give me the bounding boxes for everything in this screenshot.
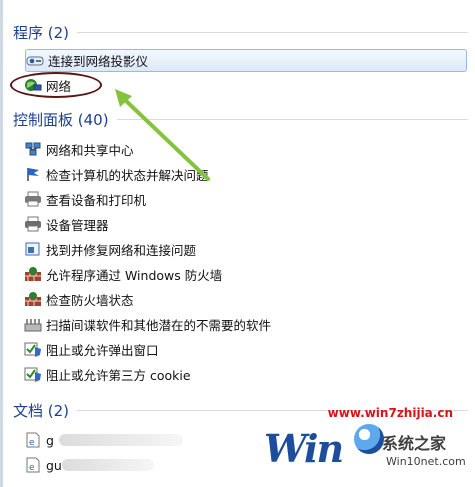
result-label: 阻止或允许弹出窗口	[46, 342, 159, 358]
result-label: 查看设备和打印机	[46, 192, 147, 208]
result-label: 网络和共享中心	[46, 142, 134, 158]
svg-text:e: e	[29, 463, 35, 473]
group-title: 文档 (2)	[13, 401, 70, 420]
control-panel-group-header[interactable]: 控制面板 (40)	[13, 108, 468, 130]
divider	[77, 31, 468, 33]
watermark: www.win7zhijia.cn Win 系统之家 Win10net.com	[262, 400, 467, 487]
document-icon: e	[24, 432, 42, 448]
flag-icon	[24, 166, 42, 182]
result-network-sharing-center[interactable]: 网络和共享中心	[24, 138, 464, 160]
start-menu-search-results: 程序 (2) 连接到网络投影仪 网络 控制面板 (40) 网络和共享中心 检查计…	[0, 0, 475, 487]
result-label: 检查防火墙状态	[46, 292, 134, 308]
result-label: 阻止或允许第三方 cookie	[46, 367, 191, 383]
result-label: 找到并修复网络和连接问题	[46, 242, 197, 258]
divider	[116, 118, 468, 120]
result-scan-spyware[interactable]: 扫描间谍软件和其他潜在的不需要的软件	[24, 313, 464, 335]
svg-text:e: e	[29, 438, 35, 448]
network-center-icon	[24, 141, 42, 157]
result-device-manager[interactable]: 设备管理器	[24, 213, 464, 235]
result-label: 设备管理器	[46, 217, 109, 233]
result-check-computer-status[interactable]: 检查计算机的状态并解决问题	[24, 163, 464, 185]
scan-icon	[24, 316, 42, 332]
programs-group-header[interactable]: 程序 (2)	[13, 21, 468, 43]
annotation-highlight-ellipse	[10, 72, 102, 98]
result-check-firewall-status[interactable]: 检查防火墙状态	[24, 288, 464, 310]
result-label: gu	[46, 457, 62, 473]
group-title: 程序 (2)	[13, 23, 70, 42]
printer-icon	[24, 191, 42, 207]
result-devices-and-printers[interactable]: 查看设备和打印机	[24, 188, 464, 210]
result-label: g	[46, 432, 54, 448]
ie-shield-icon	[24, 366, 42, 382]
watermark-url: www.win7zhijia.cn	[327, 406, 453, 420]
group-title: 控制面板 (40)	[13, 110, 109, 129]
ie-shield-icon	[24, 341, 42, 357]
document-icon: e	[24, 457, 42, 473]
watermark-logo: Win	[264, 426, 344, 471]
result-label: 检查计算机的状态并解决问题	[46, 167, 209, 183]
troubleshoot-icon	[24, 241, 42, 257]
blurred-filename	[62, 459, 154, 471]
watermark-swirl-icon	[354, 424, 384, 454]
firewall-icon	[24, 291, 42, 307]
result-fix-network-problems[interactable]: 找到并修复网络和连接问题	[24, 238, 464, 260]
watermark-domain: Win10net.com	[386, 455, 466, 468]
result-connect-network-projector[interactable]: 连接到网络投影仪	[25, 49, 467, 72]
projector-icon	[26, 53, 44, 69]
result-label: 扫描间谍软件和其他潜在的不需要的软件	[46, 317, 272, 333]
result-label: 连接到网络投影仪	[48, 54, 149, 69]
result-allow-program-firewall[interactable]: 允许程序通过 Windows 防火墙	[24, 263, 464, 285]
firewall-icon	[24, 266, 42, 282]
blurred-filename	[59, 434, 183, 446]
result-label: 允许程序通过 Windows 防火墙	[46, 267, 223, 283]
result-block-popups[interactable]: 阻止或允许弹出窗口	[24, 338, 464, 360]
result-block-third-party-cookie[interactable]: 阻止或允许第三方 cookie	[24, 363, 464, 385]
printer-icon	[24, 216, 42, 232]
watermark-site-name: 系统之家	[382, 434, 447, 453]
